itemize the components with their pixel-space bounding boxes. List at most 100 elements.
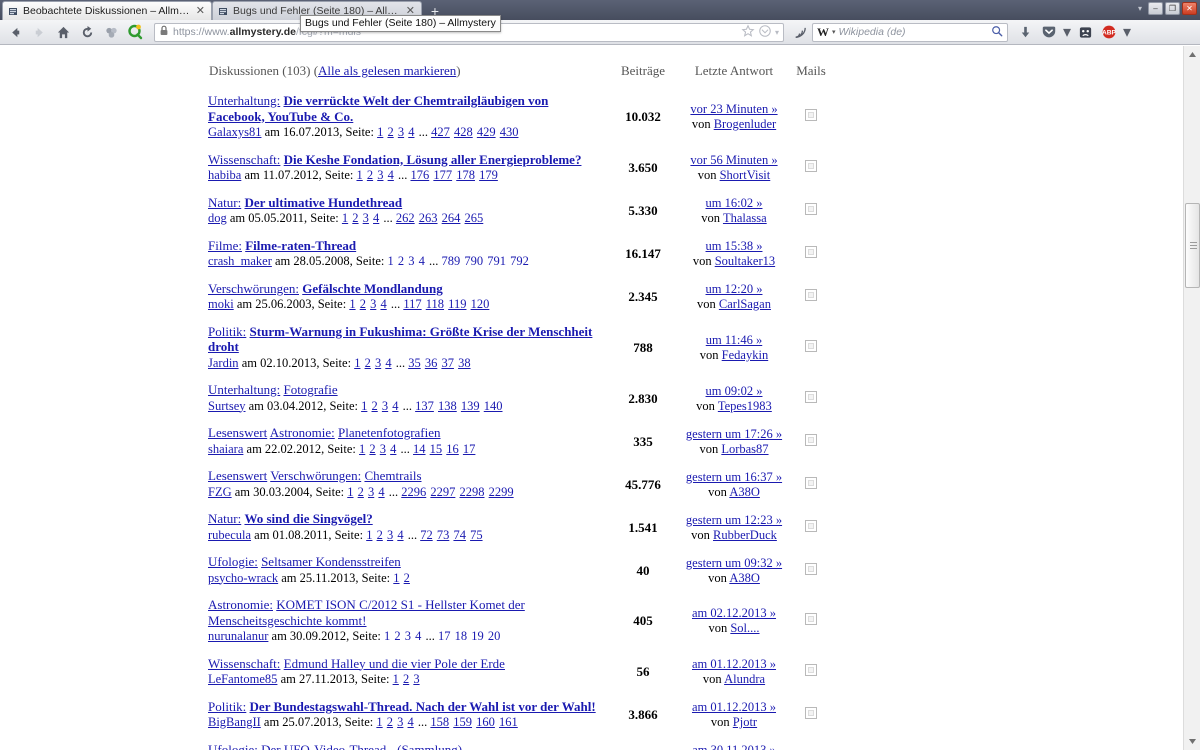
author-link[interactable]: moki (208, 297, 234, 311)
download-icon[interactable] (1014, 21, 1036, 43)
page-link[interactable]: 2 (358, 485, 364, 499)
category-link[interactable]: Politik: (208, 699, 246, 714)
last-reply-time-link[interactable]: gestern um 16:37 » (686, 470, 782, 484)
page-link[interactable]: 3 (368, 485, 374, 499)
page-link[interactable]: 74 (453, 528, 466, 542)
page-link[interactable]: 38 (458, 356, 471, 370)
readinglist-icon[interactable] (758, 24, 772, 41)
last-reply-user-link[interactable]: Lorbas87 (721, 442, 768, 456)
thread-title-link[interactable]: Wo sind die Singvögel? (244, 511, 372, 526)
page-link[interactable]: 4 (385, 356, 391, 370)
mail-checkbox[interactable] (805, 613, 817, 626)
page-link[interactable]: 1 (393, 672, 399, 686)
page-link[interactable]: 1 (347, 485, 353, 499)
page-link[interactable]: 2296 (401, 485, 426, 499)
last-reply-user-link[interactable]: Alundra (724, 672, 765, 686)
page-link[interactable]: 264 (442, 211, 461, 225)
last-reply-time-link[interactable]: um 09:02 » (706, 384, 763, 398)
mail-checkbox[interactable] (805, 109, 817, 122)
author-link[interactable]: BigBangII (208, 715, 261, 729)
lesenswert-badge[interactable]: Lesenswert (208, 425, 267, 440)
last-reply-time-link[interactable]: am 02.12.2013 » (692, 606, 776, 620)
page-link[interactable]: 2 (404, 571, 410, 585)
category-link[interactable]: Wissenschaft: (208, 656, 280, 671)
page-link[interactable]: 263 (419, 211, 438, 225)
mail-checkbox[interactable] (805, 562, 817, 575)
sadface-icon[interactable] (1074, 21, 1096, 43)
page-link[interactable]: 262 (396, 211, 415, 225)
page-link[interactable]: 117 (403, 297, 421, 311)
page-link[interactable]: 2 (377, 528, 383, 542)
page-link[interactable]: 177 (433, 168, 452, 182)
page-link[interactable]: 36 (425, 356, 438, 370)
thread-title-link[interactable]: Edmund Halley und die vier Pole der Erde (284, 656, 505, 671)
maximize-button[interactable]: ❐ (1165, 2, 1180, 15)
page-link[interactable]: 2298 (460, 485, 485, 499)
page-link[interactable]: 2 (372, 399, 378, 413)
last-reply-user-link[interactable]: Soultaker13 (715, 254, 775, 268)
mail-checkbox[interactable] (805, 476, 817, 489)
category-link[interactable]: Ufologie: (208, 554, 258, 569)
page-link[interactable]: 118 (426, 297, 444, 311)
page-link[interactable]: 1 (376, 715, 382, 729)
page-link[interactable]: 119 (448, 297, 466, 311)
page-link[interactable]: 2 (365, 356, 371, 370)
page-link[interactable]: 4 (397, 528, 403, 542)
rss-icon[interactable] (790, 22, 810, 42)
tab-list-caret-icon[interactable]: ▾ (1138, 4, 1142, 13)
last-reply-user-link[interactable]: Fedaykin (722, 348, 769, 362)
author-link[interactable]: LeFantome85 (208, 672, 277, 686)
lesenswert-badge[interactable]: Lesenswert (208, 468, 267, 483)
page-link[interactable]: 1 (354, 356, 360, 370)
category-link[interactable]: Unterhaltung: (208, 93, 280, 108)
last-reply-time-link[interactable]: vor 23 Minuten » (690, 102, 777, 116)
page-link[interactable]: 429 (477, 125, 496, 139)
page-link[interactable]: 1 (342, 211, 348, 225)
page-link[interactable]: 427 (431, 125, 450, 139)
search-bar[interactable]: W ▾ Wikipedia (de) (812, 22, 1008, 42)
page-link[interactable]: 790 (464, 254, 483, 268)
page-link[interactable]: 2 (387, 715, 393, 729)
page-link[interactable]: 4 (408, 715, 414, 729)
close-window-button[interactable]: ✕ (1182, 2, 1197, 15)
page-link[interactable]: 19 (471, 629, 484, 643)
category-link[interactable]: Verschwörungen: (208, 281, 299, 296)
forward-arrow-icon[interactable] (28, 21, 50, 43)
last-reply-user-link[interactable]: Brogenluder (714, 117, 776, 131)
mail-checkbox[interactable] (805, 246, 817, 258)
page-link[interactable]: 2 (403, 672, 409, 686)
page-link[interactable]: 428 (454, 125, 473, 139)
star-icon[interactable] (741, 23, 755, 41)
page-link[interactable]: 2 (360, 297, 366, 311)
page-link[interactable]: 2299 (489, 485, 514, 499)
thread-title-link[interactable]: Seltsamer Kondensstreifen (261, 554, 401, 569)
last-reply-user-link[interactable]: Pjotr (733, 715, 757, 729)
page-link[interactable]: 3 (398, 125, 404, 139)
page-link[interactable]: 430 (500, 125, 519, 139)
browser-tab-1[interactable]: Beobachtete Diskussionen – Allmystery ✕ (2, 1, 212, 20)
page-link[interactable]: 789 (441, 254, 460, 268)
thread-title-link[interactable]: Chemtrails (364, 468, 421, 483)
mail-checkbox[interactable] (805, 707, 817, 719)
page-link[interactable]: 3 (413, 672, 419, 686)
page-link[interactable]: 2 (398, 254, 404, 268)
page-link[interactable]: 4 (415, 629, 421, 643)
category-link[interactable]: Astronomie: (270, 425, 335, 440)
reload-icon[interactable] (76, 21, 98, 43)
mail-checkbox[interactable] (805, 160, 817, 172)
page-link[interactable]: 4 (380, 297, 386, 311)
last-reply-user-link[interactable]: Tepes1983 (718, 399, 772, 413)
category-link[interactable]: Astronomie: (208, 597, 273, 612)
page-link[interactable]: 4 (408, 125, 414, 139)
author-link[interactable]: psycho-wrack (208, 571, 278, 585)
page-link[interactable]: 20 (488, 629, 501, 643)
page-link[interactable]: 15 (430, 442, 443, 456)
page-link[interactable]: 2 (367, 168, 373, 182)
author-link[interactable]: Galaxys81 (208, 125, 261, 139)
last-reply-time-link[interactable]: um 12:20 » (706, 282, 763, 296)
page-link[interactable]: 1 (387, 254, 393, 268)
mail-checkbox[interactable] (805, 519, 817, 532)
page-link[interactable]: 3 (375, 356, 381, 370)
mail-checkbox[interactable] (805, 339, 817, 352)
page-link[interactable]: 1 (349, 297, 355, 311)
